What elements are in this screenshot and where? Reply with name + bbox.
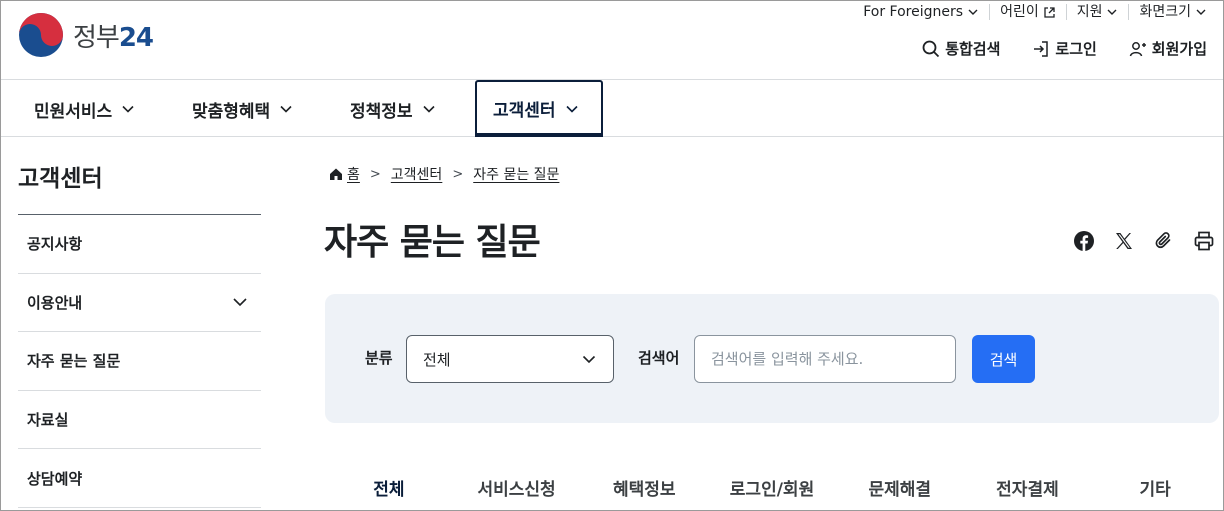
integrated-search-button[interactable]: 통합검색	[922, 38, 1000, 59]
logo-text: 정부24	[73, 22, 154, 53]
tab-service-apply[interactable]: 서비스신청	[453, 475, 581, 500]
category-select[interactable]: 전체	[406, 335, 614, 383]
tab-all[interactable]: 전체	[325, 475, 453, 500]
keyword-label: 검색어	[638, 349, 680, 367]
keyword-input[interactable]	[694, 335, 956, 383]
side-nav-label: 자주 묻는 질문	[27, 352, 121, 371]
chevron-down-icon	[968, 9, 978, 15]
breadcrumb: 홈 > 고객센터 > 자주 묻는 질문	[329, 164, 559, 184]
utility-support[interactable]: 지원	[1065, 4, 1129, 20]
gnb-label: 민원서비스	[34, 101, 113, 122]
utility-kids[interactable]: 어린이	[989, 4, 1066, 20]
side-nav-label: 공지사항	[27, 235, 83, 254]
chevron-down-icon	[565, 105, 578, 113]
user-plus-icon	[1129, 41, 1146, 56]
gnb-label: 맞춤형혜택	[192, 101, 271, 122]
chevron-down-icon	[1196, 9, 1206, 15]
chevron-down-icon	[233, 298, 247, 307]
chevron-down-icon	[280, 105, 292, 113]
login-button[interactable]: 로그인	[1032, 38, 1097, 59]
utility-foreigners-label: For Foreigners	[863, 4, 964, 20]
gnb-customer-center[interactable]: 고객센터	[475, 80, 603, 137]
home-icon	[330, 168, 342, 180]
chevron-down-icon	[122, 105, 134, 113]
site-header: 정부24 For Foreigners 어린이 지원 화면크기 통합검색 로그인	[1, 1, 1223, 80]
side-nav-label: 이용안내	[27, 293, 83, 312]
side-nav-label: 자료실	[27, 411, 69, 430]
utility-menu: For Foreigners 어린이 지원 화면크기	[863, 4, 1207, 20]
print-icon[interactable]	[1193, 230, 1215, 252]
breadcrumb-current[interactable]: 자주 묻는 질문	[473, 164, 559, 184]
category-label: 분류	[365, 349, 393, 367]
utility-zoom-label: 화면크기	[1139, 4, 1191, 20]
login-label: 로그인	[1055, 40, 1097, 58]
taegeuk-logo-icon	[19, 13, 63, 57]
category-select-value: 전체	[423, 350, 451, 369]
side-nav-item-consult[interactable]: 상담예약	[18, 449, 261, 508]
gnb-label: 고객센터	[493, 101, 556, 121]
utility-support-label: 지원	[1076, 4, 1103, 20]
header-actions: 통합검색 로그인 회원가입	[922, 38, 1207, 59]
login-icon	[1034, 40, 1049, 57]
side-nav-item-faq[interactable]: 자주 묻는 질문	[18, 332, 261, 391]
integrated-search-label: 통합검색	[945, 40, 1001, 58]
logo[interactable]: 정부24	[17, 11, 154, 59]
x-twitter-icon[interactable]	[1113, 230, 1135, 252]
search-icon	[922, 40, 940, 57]
side-nav-item-archive[interactable]: 자료실	[18, 391, 261, 450]
tab-etc[interactable]: 기타	[1091, 475, 1219, 500]
chevron-down-icon	[1107, 9, 1117, 15]
main-navigation: 민원서비스 맞춤형혜택 정책정보 고객센터	[1, 80, 1223, 137]
share-tools	[1073, 230, 1215, 252]
tab-e-payment[interactable]: 전자결제	[964, 475, 1092, 500]
signup-button[interactable]: 회원가입	[1129, 38, 1207, 59]
faq-category-tabs: 전체 서비스신청 혜택정보 로그인/회원 문제해결 전자결제 기타	[325, 475, 1219, 500]
chevron-down-icon	[422, 105, 435, 113]
chevron-right-icon: >	[452, 166, 464, 182]
gnb-civil-services[interactable]: 민원서비스	[34, 81, 136, 137]
side-nav-label: 상담예약	[27, 469, 83, 488]
breadcrumb-customer-center[interactable]: 고객센터	[391, 164, 443, 184]
signup-label: 회원가입	[1151, 40, 1207, 58]
side-nav-item-guide[interactable]: 이용안내	[18, 274, 261, 333]
gnb-custom-benefits[interactable]: 맞춤형혜택	[192, 81, 294, 137]
utility-foreigners[interactable]: For Foreigners	[863, 4, 989, 20]
external-link-icon	[1044, 6, 1055, 18]
tab-benefit-info[interactable]: 혜택정보	[580, 475, 708, 500]
side-nav-title: 고객센터	[18, 138, 261, 215]
tab-troubleshoot[interactable]: 문제해결	[836, 475, 964, 500]
side-nav-item-notice[interactable]: 공지사항	[18, 215, 261, 274]
facebook-icon[interactable]	[1073, 230, 1095, 252]
breadcrumb-home[interactable]: 홈	[347, 164, 360, 184]
chevron-right-icon: >	[369, 166, 381, 182]
utility-kids-label: 어린이	[1000, 4, 1039, 20]
page-title: 자주 묻는 질문	[324, 222, 541, 263]
chevron-down-icon	[582, 355, 596, 364]
faq-search-panel: 분류 전체 검색어 검색	[325, 294, 1219, 423]
paperclip-link-icon[interactable]	[1153, 230, 1175, 252]
tab-login-member[interactable]: 로그인/회원	[708, 475, 836, 500]
utility-zoom[interactable]: 화면크기	[1128, 4, 1207, 20]
gnb-policy-info[interactable]: 정책정보	[350, 81, 437, 137]
side-navigation: 고객센터 공지사항 이용안내 자주 묻는 질문 자료실 상담예약	[18, 138, 261, 508]
search-button[interactable]: 검색	[972, 335, 1035, 383]
gnb-label: 정책정보	[350, 101, 413, 122]
